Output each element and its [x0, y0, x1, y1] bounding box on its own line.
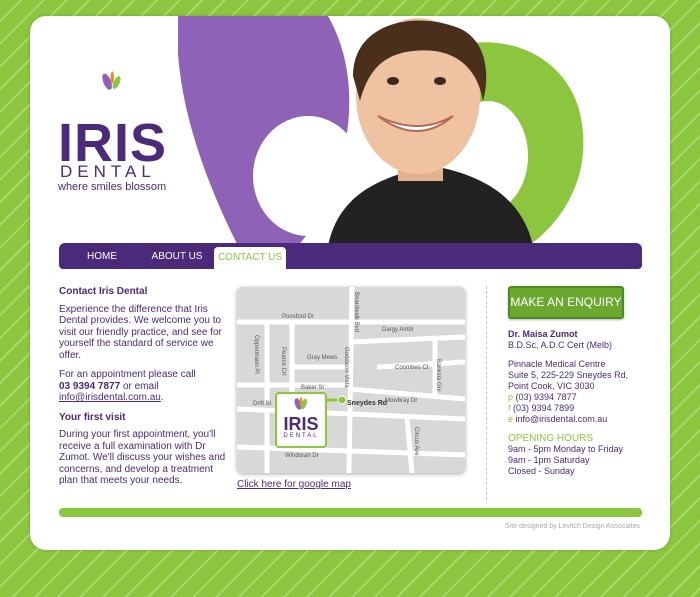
address-line-1: Suite 5, 225-229 Sneydes Rd,: [508, 370, 629, 380]
hero-image: [178, 16, 584, 246]
logo-subtitle: DENTAL: [60, 162, 156, 181]
google-map-link[interactable]: Click here for google map: [237, 479, 351, 490]
svg-text:Circus Ave: Circus Ave: [413, 427, 419, 456]
svg-text:Gray Mews: Gray Mews: [307, 355, 337, 361]
centre-name: Pinnacle Medical Centre: [508, 359, 606, 369]
email-prefix: e: [508, 414, 514, 424]
practice-phone: (03) 9394 7877: [515, 392, 577, 402]
phone-line: p (03) 9394 7877: [508, 392, 658, 403]
map-logo-subtitle: DENTAL: [283, 433, 319, 439]
svg-text:Mowbray Dr: Mowbray Dr: [385, 398, 417, 404]
contact-email-link[interactable]: info@irisdental.com.au: [59, 392, 161, 403]
practice-fax: (03) 9394 7899: [513, 403, 575, 413]
practice-details: Dr. Maisa Zumot B.D.Sc, A.D.C Cert (Melb…: [508, 329, 658, 477]
logo-tagline: where smiles blossom: [58, 181, 167, 193]
svg-text:Boardwalk Bvd: Boardwalk Bvd: [353, 292, 359, 332]
page-card: IRIS DENTAL where smiles blossom HOME AB…: [30, 16, 670, 550]
svg-text:Pearce Crt: Pearce Crt: [280, 347, 286, 376]
svg-text:Coombes Ct: Coombes Ct: [395, 365, 429, 371]
nav-about-us[interactable]: ABOUT US: [141, 243, 213, 269]
doctor-name: Dr. Maisa Zumot: [508, 329, 578, 339]
opening-hours-title: OPENING HOURS: [508, 433, 594, 444]
appointment-info: For an appointment please call 03 9394 7…: [59, 369, 196, 403]
svg-text:Goddison Vista: Goddison Vista: [343, 347, 349, 388]
map-logo-brand: IRIS: [283, 414, 319, 434]
svg-text:Banksia Grv: Banksia Grv: [435, 359, 441, 392]
contact-heading: Contact Iris Dental: [59, 286, 148, 297]
appointment-text: For an appointment please call: [59, 369, 196, 380]
svg-text:Dargy Ambl: Dargy Ambl: [382, 327, 413, 333]
nav-home[interactable]: HOME: [73, 243, 131, 269]
or-email-text: or email: [120, 380, 159, 392]
hours-saturday: 9am - 1pm Saturday: [508, 455, 590, 465]
nav-contact-us[interactable]: CONTACT US: [214, 247, 286, 269]
svg-text:Sneydes Rd: Sneydes Rd: [347, 400, 387, 407]
column-divider: [486, 286, 487, 500]
main-nav: HOME ABOUT US CONTACT US: [59, 243, 642, 269]
make-enquiry-button[interactable]: MAKE AN ENQUIRY: [508, 286, 624, 319]
map-flower-icon: [294, 397, 308, 410]
site-credit[interactable]: Site designed by Levitch Design Associat…: [505, 523, 640, 530]
contact-intro: Experience the difference that Iris Dent…: [59, 303, 222, 361]
hours-weekdays: 9am - 5pm Monday to Friday: [508, 444, 624, 454]
practice-email-link[interactable]: info@irisdental.com.au: [516, 414, 608, 424]
location-map[interactable]: Ponsford Dr Boardwalk Bvd Dargy Ambl Opp…: [237, 287, 465, 473]
map-label: Ponsford Dr: [282, 314, 314, 320]
hours-sunday: Closed - Sunday: [508, 466, 575, 476]
appointment-phone: 03 9394 7877: [59, 380, 121, 392]
map-streets: Ponsford Dr Boardwalk Bvd Dargy Ambl Opp…: [237, 287, 465, 473]
svg-text:Baker St: Baker St: [301, 385, 324, 391]
map-logo-marker: IRIS DENTAL: [275, 392, 327, 448]
phone-prefix: p: [508, 392, 514, 402]
first-visit-text: During your first appointment, you'll re…: [59, 429, 226, 486]
email-line: e info@irisdental.com.au: [508, 414, 658, 425]
address-line-2: Point Cook, VIC 3030: [508, 381, 595, 391]
svg-text:Oppermann Pl: Oppermann Pl: [253, 335, 259, 374]
fax-line: f (03) 9394 7899: [508, 403, 658, 414]
svg-text:Drift St: Drift St: [253, 401, 272, 407]
svg-text:Windorah Dr: Windorah Dr: [285, 453, 319, 459]
fax-prefix: f: [508, 403, 511, 413]
doctor-qualifications: B.D.Sc, A.D.C Cert (Melb): [508, 340, 613, 350]
contact-column: Contact Iris Dental Experience the diffe…: [59, 286, 234, 495]
footer-bar: [59, 508, 642, 517]
first-visit-heading: Your first visit: [59, 411, 126, 423]
